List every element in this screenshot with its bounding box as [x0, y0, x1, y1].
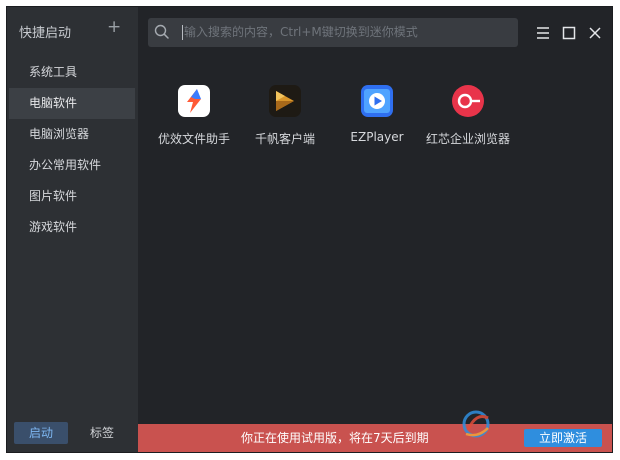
trial-banner: 你正在使用试用版，将在7天后到期 立即激活 — [138, 424, 612, 452]
tab-tags[interactable]: 标签 — [81, 422, 123, 444]
sidebar-item-image-software[interactable]: 图片软件 — [9, 181, 135, 212]
qianfan-client-icon — [269, 85, 301, 117]
app-tile[interactable]: EZPlayer — [329, 85, 425, 144]
youxiao-file-helper-icon — [178, 85, 210, 117]
app-label: EZPlayer — [350, 130, 404, 144]
sidebar-item-pc-software[interactable]: 电脑软件 — [9, 88, 135, 119]
sidebar-item-browsers[interactable]: 电脑浏览器 — [9, 119, 135, 150]
menu-icon[interactable] — [534, 24, 552, 42]
trial-message: 你正在使用试用版，将在7天后到期 — [241, 431, 429, 445]
ezplayer-icon — [361, 85, 393, 117]
sidebar-bottom-tabs: 启动 标签 — [7, 416, 138, 452]
redcore-browser-icon — [452, 85, 484, 117]
sidebar-title: 快捷启动 — [19, 26, 72, 41]
app-tile[interactable]: 优效文件助手 — [146, 85, 242, 147]
app-window: 快捷启动 + 系统工具 电脑软件 电脑浏览器 办公常用软件 图片软件 游戏软件 … — [6, 6, 613, 453]
sidebar: 快捷启动 + 系统工具 电脑软件 电脑浏览器 办公常用软件 图片软件 游戏软件 … — [7, 7, 139, 452]
app-label: 红芯企业浏览器 — [425, 132, 510, 146]
search-box[interactable] — [148, 18, 518, 47]
app-tile[interactable]: 千帆客户端 — [237, 85, 333, 147]
sidebar-item-office[interactable]: 办公常用软件 — [9, 150, 135, 181]
app-tile[interactable]: 红芯企业浏览器 — [420, 85, 516, 147]
search-input[interactable] — [184, 18, 504, 47]
activate-button[interactable]: 立即激活 — [524, 429, 602, 447]
sidebar-item-games[interactable]: 游戏软件 — [9, 212, 135, 243]
main-panel: 优效文件助手 千帆客户端 EZPlayer — [138, 7, 612, 452]
close-icon[interactable] — [586, 24, 604, 42]
tab-launch[interactable]: 启动 — [14, 422, 68, 444]
search-icon — [154, 24, 169, 39]
app-label: 千帆客户端 — [254, 132, 315, 146]
maximize-icon[interactable] — [560, 24, 578, 42]
text-caret — [182, 25, 183, 40]
add-category-button[interactable]: + — [107, 19, 121, 36]
app-label: 优效文件助手 — [157, 132, 230, 146]
category-list: 系统工具 电脑软件 电脑浏览器 办公常用软件 图片软件 游戏软件 — [7, 57, 138, 243]
sidebar-item-system-tools[interactable]: 系统工具 — [9, 57, 135, 88]
